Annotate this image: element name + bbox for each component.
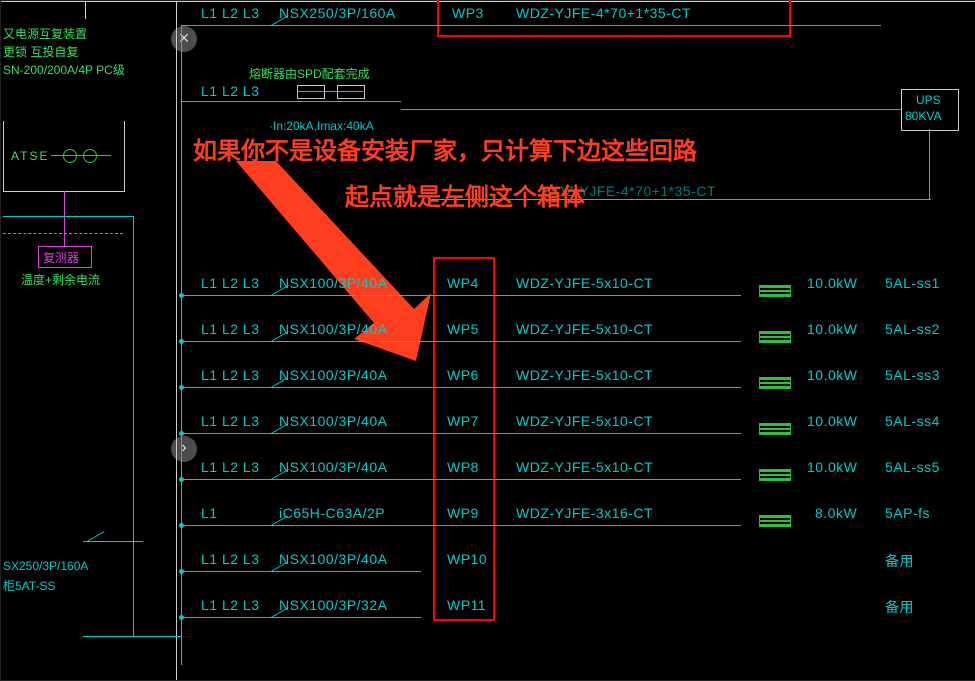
r6-brk: NSX100/3P/40A xyxy=(279,551,387,567)
r3-cab: WDZ-YJFE-5x10-CT xyxy=(516,413,653,429)
bottom-breaker: SX250/3P/160A xyxy=(3,559,88,573)
r1-dst: 5AL-ss2 xyxy=(885,321,940,337)
spd-lines: L1 L2 L3 xyxy=(201,83,260,99)
r2-id: WP6 xyxy=(447,367,479,383)
note-line1: 又电源互复装置 xyxy=(3,25,87,42)
r7-brk: NSX100/3P/32A xyxy=(279,597,387,613)
r1-brk: NSX100/3P/40A xyxy=(279,321,387,337)
wp3-breaker: NSX250/3P/160A xyxy=(279,5,396,21)
r1-ld: 10.0kW xyxy=(807,321,857,337)
r5-cab: WDZ-YJFE-3x16-CT xyxy=(516,505,653,521)
r0-dst: 5AL-ss1 xyxy=(885,275,940,291)
r5-id: WP9 xyxy=(447,505,479,521)
r6-lines: L1 L2 L3 xyxy=(201,551,260,567)
r3-brk: NSX100/3P/40A xyxy=(279,413,387,429)
r0-lines: L1 L2 L3 xyxy=(201,275,260,291)
note-line3: SN-200/200A/4P PC级 xyxy=(3,61,125,78)
r7-dst: 备用 xyxy=(885,597,914,617)
r4-lines: L1 L2 L3 xyxy=(201,459,260,475)
r2-ld: 10.0kW xyxy=(807,367,857,383)
r5-lines: L1 xyxy=(201,505,218,521)
r3-lines: L1 L2 L3 xyxy=(201,413,260,429)
r5-ld: 8.0kW xyxy=(815,505,857,521)
note-line2: 更锁 互投自复 xyxy=(3,43,78,60)
r4-id: WP8 xyxy=(447,459,479,475)
ups-name: UPS xyxy=(916,93,941,107)
r2-dst: 5AL-ss3 xyxy=(885,367,940,383)
diagram-canvas: 又电源互复装置 更锁 互投自复 SN-200/200A/4P PC级 × › L… xyxy=(0,0,975,681)
highlight-box-top xyxy=(437,0,791,37)
r4-dst: 5AL-ss5 xyxy=(885,459,940,475)
wp3-wire xyxy=(181,25,881,26)
r0-id: WP4 xyxy=(447,275,479,291)
r7-id: WP11 xyxy=(447,597,486,613)
r0-brk: NSX100/3P/40A xyxy=(279,275,387,291)
r1-lines: L1 L2 L3 xyxy=(201,321,260,337)
bottom-panel: 柜5AT-SS xyxy=(3,577,55,594)
r1-id: WP5 xyxy=(447,321,479,337)
r7-lines: L1 L2 L3 xyxy=(201,597,260,613)
r4-brk: NSX100/3P/40A xyxy=(279,459,387,475)
close-icon[interactable]: × xyxy=(171,26,197,52)
r0-symbol xyxy=(759,285,791,297)
r3-dst: 5AL-ss4 xyxy=(885,413,940,429)
r5-brk: iC65H-C63A/2P xyxy=(279,505,385,521)
r2-cab: WDZ-YJFE-5x10-CT xyxy=(516,367,653,383)
r0-ld: 10.0kW xyxy=(807,275,857,291)
monitor-label: 复测器 xyxy=(43,249,79,266)
r4-cab: WDZ-YJFE-5x10-CT xyxy=(516,459,653,475)
r0-cab: WDZ-YJFE-5x10-CT xyxy=(516,275,653,291)
monitor-note: 温度+剩余电流 xyxy=(21,271,100,288)
r2-brk: NSX100/3P/40A xyxy=(279,367,387,383)
next-icon[interactable]: › xyxy=(171,436,197,462)
wp3-lines: L1 L2 L3 xyxy=(201,5,260,21)
r6-dst: 备用 xyxy=(885,551,914,571)
r2-lines: L1 L2 L3 xyxy=(201,367,260,383)
ups-kva: 80KVA xyxy=(905,109,941,123)
spd-note: 熔断器由SPD配套完成 xyxy=(249,65,370,82)
r1-cab: WDZ-YJFE-5x10-CT xyxy=(516,321,653,337)
r5-dst: 5AP-fs xyxy=(885,505,930,521)
r6-id: WP10 xyxy=(447,551,487,567)
r3-ld: 10.0kW xyxy=(807,413,857,429)
r4-ld: 10.0kW xyxy=(807,459,857,475)
atse-label: ATSE xyxy=(11,149,49,163)
r3-id: WP7 xyxy=(447,413,479,429)
